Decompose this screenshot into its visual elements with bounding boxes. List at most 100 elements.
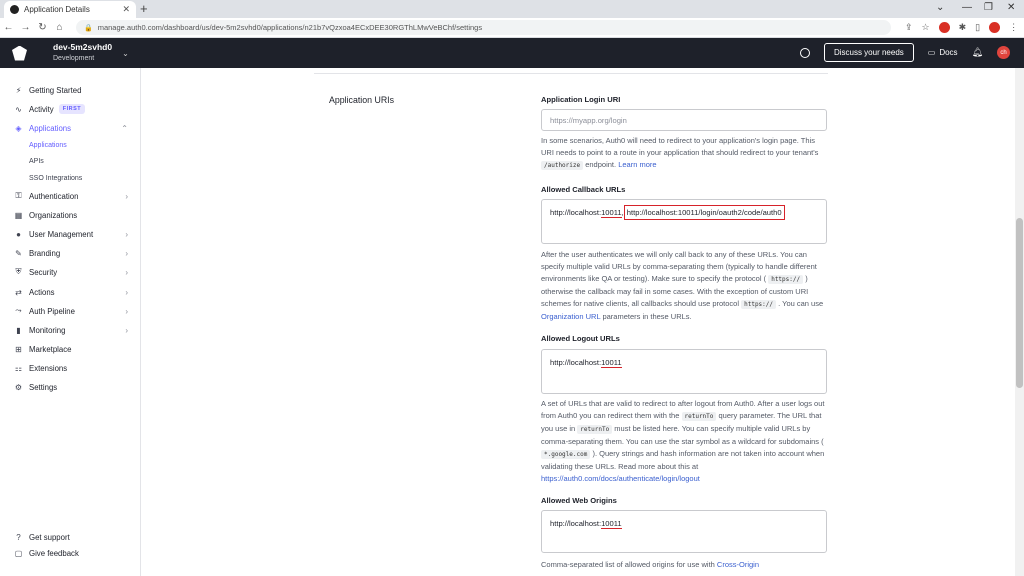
actions-icon: ⇄ <box>15 287 22 297</box>
sidebar-item-label: Monitoring <box>29 325 66 335</box>
scrollbar-thumb[interactable] <box>1016 218 1023 388</box>
new-tab-icon[interactable]: + <box>140 1 148 17</box>
sidebar-item-label: Activity <box>29 104 54 114</box>
back-icon[interactable]: ← <box>0 22 17 33</box>
home-icon[interactable]: ⌂ <box>51 22 68 33</box>
avatar[interactable]: ch <box>997 46 1010 59</box>
menu-kebab-icon[interactable]: ⋮ <box>1009 22 1018 33</box>
reload-icon[interactable]: ↻ <box>34 22 51 33</box>
activity-icon: ∿ <box>15 104 22 114</box>
sidebar-item-security[interactable]: ⛨ Security › <box>14 264 132 280</box>
profile-avatar[interactable] <box>989 22 1001 33</box>
pipeline-icon: ⤳ <box>15 306 22 315</box>
page-scrollbar[interactable] <box>1015 68 1024 576</box>
sidebar-item-label: Getting Started <box>29 85 82 95</box>
discuss-needs-button[interactable]: Discuss your needs <box>823 43 914 62</box>
sidebar-item-marketplace[interactable]: ⊞ Marketplace <box>14 341 132 357</box>
key-icon: ⚿ <box>15 191 22 200</box>
login-uri-help: In some scenarios, Auth0 will need to re… <box>541 136 819 170</box>
bell-icon[interactable]: 🔔︎ <box>972 47 983 58</box>
bookmark-star-icon[interactable]: ☆ <box>922 22 930 33</box>
bolt-icon: ⚡︎ <box>15 85 22 95</box>
sidebar-subitem-sso-integrations[interactable]: SSO Integrations <box>29 175 82 182</box>
sidebar-item-branding[interactable]: ✎ Branding › <box>14 245 132 261</box>
sidebar-item-authentication[interactable]: ⚿ Authentication › <box>14 188 132 204</box>
chevron-right-icon: › <box>125 229 128 239</box>
sidebar-item-label: User Management <box>29 229 94 239</box>
chevron-right-icon: › <box>125 248 128 258</box>
auth0-logo-icon[interactable] <box>12 45 27 61</box>
sidebar-item-label: Actions <box>29 287 55 297</box>
sidebar-item-user-management[interactable]: ● User Management › <box>14 226 132 242</box>
close-window-icon[interactable]: ✕ <box>1007 2 1015 13</box>
user-icon: ● <box>16 229 21 239</box>
callback-urls-textarea[interactable]: http://localhost:10011, http://localhost:… <box>541 199 827 244</box>
logout-urls-help: A set of URLs that are valid to redirect… <box>541 399 825 483</box>
sidebar-item-organizations[interactable]: ▦ Organizations <box>14 207 132 223</box>
forward-icon[interactable]: → <box>17 22 34 33</box>
redirect-uri-highlight: http://localhost:10011/login/oauth2/code… <box>623 205 785 220</box>
layers-icon: ◈ <box>15 123 22 133</box>
chevron-right-icon: › <box>125 325 128 335</box>
url-field[interactable]: 🔒 manage.auth0.com/dashboard/us/dev-5m2s… <box>76 20 891 35</box>
tenant-name: dev-5m2svhd0 <box>53 42 113 52</box>
logout-docs-link[interactable]: https://auth0.com/docs/authenticate/logi… <box>541 474 700 483</box>
get-support-label: Get support <box>29 532 70 542</box>
book-icon: ▭ <box>927 48 936 57</box>
callback-urls-label: Allowed Callback URLs <box>541 185 626 194</box>
puzzle-icon[interactable]: ✱ <box>959 22 967 33</box>
section-title: Application URIs <box>329 95 395 105</box>
chevron-down-icon[interactable]: ⌄ <box>122 49 129 58</box>
share-icon[interactable]: ⇪ <box>905 22 913 33</box>
sidebar-item-applications[interactable]: ◈ Applications ⌃ <box>14 120 132 136</box>
sidebar-item-label: Auth Pipeline <box>29 306 75 316</box>
chevron-right-icon: › <box>125 306 128 316</box>
cross-origin-link[interactable]: Cross-Origin <box>717 560 759 569</box>
give-feedback-label: Give feedback <box>29 548 79 558</box>
sidebar-item-label: Organizations <box>29 210 78 220</box>
sidebar-item-label: Extensions <box>29 363 68 373</box>
sidebar-item-label: Marketplace <box>29 344 72 354</box>
chevron-right-icon: › <box>125 287 128 297</box>
sidebar-subitem-apis[interactable]: APIs <box>29 158 44 165</box>
chat-bubble-icon: ▢ <box>14 548 23 558</box>
login-uri-input[interactable]: https://myapp.org/login <box>541 109 827 131</box>
sidebar-item-actions[interactable]: ⇄ Actions › <box>14 284 132 300</box>
sidebar-item-settings[interactable]: ⚙ Settings <box>14 379 132 395</box>
lock-icon: 🔒 <box>84 24 93 32</box>
search-icon[interactable] <box>799 47 810 58</box>
extension-icon[interactable] <box>938 22 950 33</box>
minimize-icon[interactable]: — <box>962 2 972 13</box>
tenant-environment: Development <box>53 55 95 62</box>
get-support-link[interactable]: ? Get support <box>14 529 132 545</box>
shield-icon: ⛨ <box>15 267 22 276</box>
sidebar-item-extensions[interactable]: ⚏ Extensions <box>14 360 132 376</box>
close-tab-icon[interactable]: ✕ <box>122 4 130 15</box>
docs-link[interactable]: ▭ Docs <box>928 48 958 57</box>
tab-title: Application Details <box>24 5 90 14</box>
building-icon: ▦ <box>14 210 23 220</box>
restore-icon[interactable]: ❐ <box>984 2 993 13</box>
section-divider <box>314 73 828 74</box>
tenant-selector[interactable]: dev-5m2svhd0 Development <box>53 42 112 64</box>
sidepanel-icon[interactable]: ▯ <box>975 22 980 33</box>
chevron-down-icon[interactable]: ⌄ <box>936 2 944 13</box>
logout-urls-textarea[interactable]: http://localhost:10011 <box>541 349 827 394</box>
web-origins-label: Allowed Web Origins <box>541 496 617 505</box>
sidebar-item-getting-started[interactable]: ⚡︎ Getting Started <box>14 82 132 98</box>
give-feedback-link[interactable]: ▢ Give feedback <box>14 545 132 561</box>
sidebar-subitem-applications[interactable]: Applications <box>29 142 67 149</box>
organization-url-link[interactable]: Organization URL <box>541 312 600 321</box>
learn-more-link[interactable]: Learn more <box>618 160 656 169</box>
sidebar-item-activity[interactable]: ∿ Activity FIRST <box>14 101 132 117</box>
chart-icon: ▮ <box>16 325 21 335</box>
browser-tab[interactable]: Application Details ✕ <box>4 1 136 18</box>
sidebar-item-auth-pipeline[interactable]: ⤳ Auth Pipeline › <box>14 303 132 319</box>
logout-urls-label: Allowed Logout URLs <box>541 334 620 343</box>
web-origins-help: Comma-separated list of allowed origins … <box>541 560 760 569</box>
web-origins-textarea[interactable]: http://localhost:10011 <box>541 510 827 553</box>
gear-icon: ⚙ <box>14 382 23 392</box>
sidebar-item-monitoring[interactable]: ▮ Monitoring › <box>14 322 132 338</box>
sidebar-item-label: Authentication <box>29 191 79 201</box>
auth0-favicon-icon <box>10 5 19 14</box>
